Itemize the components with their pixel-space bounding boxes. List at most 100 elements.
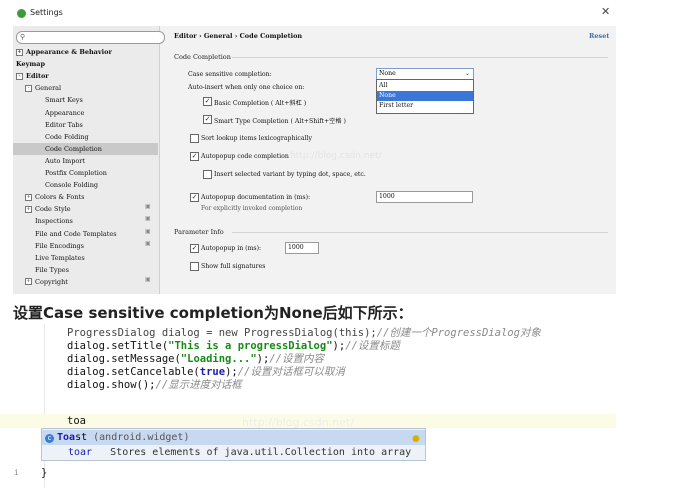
- autopopup-code-checkbox[interactable]: ✓: [190, 152, 199, 161]
- case-sensitive-dropdown: All None First letter: [376, 79, 474, 114]
- tree-item[interactable]: File Types: [35, 264, 69, 276]
- tree-item-label: Code Completion: [45, 144, 102, 153]
- tree-item[interactable]: + Copyright: [25, 276, 68, 288]
- tree-item[interactable]: + Code Style: [25, 203, 71, 215]
- code-editor: ProgressDialog dialog = new ProgressDial…: [0, 324, 695, 488]
- code-comment: //创建一个ProgressDialog对象: [376, 327, 541, 339]
- tree-item-label: General: [35, 84, 62, 93]
- tree-item-label: Smart Keys: [45, 96, 83, 105]
- collapse-icon[interactable]: -: [25, 84, 32, 92]
- code-line-typed[interactable]: toa: [67, 415, 86, 427]
- caption: 设置Case sensitive completion为None后如下所示：: [13, 304, 413, 322]
- code-text: );: [332, 340, 346, 352]
- settings-window: Settings ✕ ⚲ + Appearance & Behavior Keyma…: [13, 0, 616, 294]
- completion-description: Stores elements of java.util.Collection …: [110, 447, 412, 458]
- tree-item-label: Editor Tabs: [45, 120, 83, 129]
- tree-item[interactable]: + Appearance & Behavior: [16, 46, 112, 58]
- basic-completion-checkbox[interactable]: ✓: [203, 97, 212, 106]
- search-input[interactable]: ⚲: [16, 31, 165, 44]
- code-comment: //设置对话框可以取消: [237, 366, 345, 378]
- reset-link[interactable]: Reset: [589, 32, 609, 40]
- expand-icon[interactable]: +: [16, 48, 23, 56]
- tree-item-label: Code Folding: [45, 132, 89, 141]
- tree-item-label: Copyright: [35, 277, 68, 286]
- smart-completion-checkbox[interactable]: ✓: [203, 115, 212, 124]
- tree-item[interactable]: - General: [25, 82, 61, 94]
- code-comment: //显示进度对话框: [155, 379, 242, 391]
- tree-item[interactable]: Code Completion: [45, 143, 102, 155]
- section-divider: [232, 232, 608, 233]
- tree-item[interactable]: - Editor: [16, 70, 49, 82]
- tree-item[interactable]: Postfix Completion: [45, 167, 107, 179]
- tree-item[interactable]: Appearance: [45, 107, 84, 119]
- tree-item-label: Colors & Fonts: [35, 193, 85, 202]
- autopopup-doc-hint: For explicitly invoked completion: [201, 205, 303, 212]
- autopopup-code-label: Autopopup code completion: [201, 153, 289, 160]
- project-scope-icon: ▣: [145, 227, 151, 235]
- dropdown-option-none[interactable]: None: [377, 91, 473, 101]
- sort-lexico-checkbox[interactable]: [190, 134, 199, 143]
- watermark: http://blog.csdn.net/: [290, 151, 382, 161]
- expand-icon[interactable]: +: [25, 193, 32, 201]
- param-autopopup-checkbox[interactable]: ✓: [190, 244, 199, 253]
- project-scope-icon: ▣: [145, 203, 151, 211]
- tree-item-label: Inspections: [35, 217, 73, 226]
- tree-item[interactable]: + Colors & Fonts: [25, 191, 84, 203]
- tree-item-label: Keymap: [16, 60, 46, 69]
- auto-insert-label: Auto-insert when only one choice on:: [188, 84, 305, 91]
- class-icon: c: [45, 434, 54, 443]
- tree-item-label: File Types: [35, 265, 69, 274]
- settings-sidebar: ⚲ + Appearance & Behavior Keymap - Editor - Ge…: [13, 26, 165, 294]
- breadcrumb: Editor › General › Code Completion: [174, 32, 303, 40]
- tree-item[interactable]: Auto Import: [45, 155, 85, 167]
- autopopup-doc-field[interactable]: 1000: [376, 191, 473, 203]
- dropdown-option-all[interactable]: All: [377, 81, 473, 91]
- expand-icon[interactable]: +: [25, 278, 32, 286]
- settings-content: Editor › General › Code Completion Reset…: [160, 26, 616, 294]
- expand-icon[interactable]: +: [25, 205, 32, 213]
- insert-selected-label: Insert selected variant by typing dot, s…: [214, 171, 366, 178]
- sort-lexico-label: Sort lookup items lexicographically: [201, 135, 313, 142]
- tree-item-label: File and Code Templates: [35, 229, 117, 238]
- autopopup-doc-checkbox[interactable]: ✓: [190, 193, 199, 202]
- tree-item-label: Console Folding: [45, 181, 99, 190]
- tree-item-label: Postfix Completion: [45, 169, 107, 177]
- tree-item-label: File Encodings: [35, 241, 84, 250]
- window-title: Settings: [30, 8, 63, 17]
- autopopup-doc-label: Autopopup documentation in (ms):: [201, 194, 311, 201]
- code-comment: //设置标题: [345, 340, 400, 352]
- tree-item[interactable]: Editor Tabs: [45, 119, 83, 131]
- tree-item[interactable]: Smart Keys: [45, 94, 83, 106]
- autocomplete-item[interactable]: toar Stores elements of java.util.Collec…: [42, 445, 425, 460]
- show-full-signatures-checkbox[interactable]: [190, 262, 199, 271]
- chevron-down-icon: ⌄: [464, 70, 470, 77]
- search-icon: ⚲: [20, 33, 26, 41]
- app-icon: [17, 9, 26, 18]
- completion-match: Toa: [57, 432, 76, 443]
- tree-item[interactable]: Keymap: [16, 58, 45, 70]
- project-scope-icon: ▣: [145, 239, 151, 247]
- tree-item[interactable]: Live Templates: [35, 252, 85, 264]
- dropdown-option-first-letter[interactable]: First letter: [377, 101, 473, 111]
- basic-completion-label: Basic Completion ( Alt+斜杠 ): [214, 100, 307, 107]
- tree-item[interactable]: File and Code Templates: [35, 228, 117, 240]
- tree-item[interactable]: File Encodings: [35, 240, 84, 252]
- smart-completion-label: Smart Type Completion ( Alt+Shift+空格 ): [214, 118, 346, 125]
- param-autopopup-label: Autopopup in (ms):: [201, 245, 262, 252]
- completion-name: toar: [68, 447, 93, 458]
- tree-item-label: Code Style: [35, 205, 71, 214]
- closing-brace: }: [41, 467, 48, 479]
- completion-rest: st: [75, 432, 88, 443]
- param-autopopup-field[interactable]: 1000: [285, 242, 319, 254]
- tree-item[interactable]: Console Folding: [45, 179, 98, 191]
- show-full-signatures-label: Show full signatures: [201, 263, 266, 270]
- autocomplete-item[interactable]: c​Toast (android.widget)●: [42, 430, 425, 445]
- section-divider: [232, 57, 608, 58]
- code-line: dialog.show();//显示进度对话框: [67, 377, 242, 392]
- project-scope-icon: ▣: [145, 275, 151, 283]
- collapse-icon[interactable]: -: [16, 72, 23, 80]
- tree-item[interactable]: Inspections: [35, 215, 73, 227]
- insert-selected-checkbox[interactable]: [203, 170, 212, 179]
- close-icon[interactable]: ✕: [601, 5, 610, 18]
- tree-item[interactable]: Code Folding: [45, 131, 89, 143]
